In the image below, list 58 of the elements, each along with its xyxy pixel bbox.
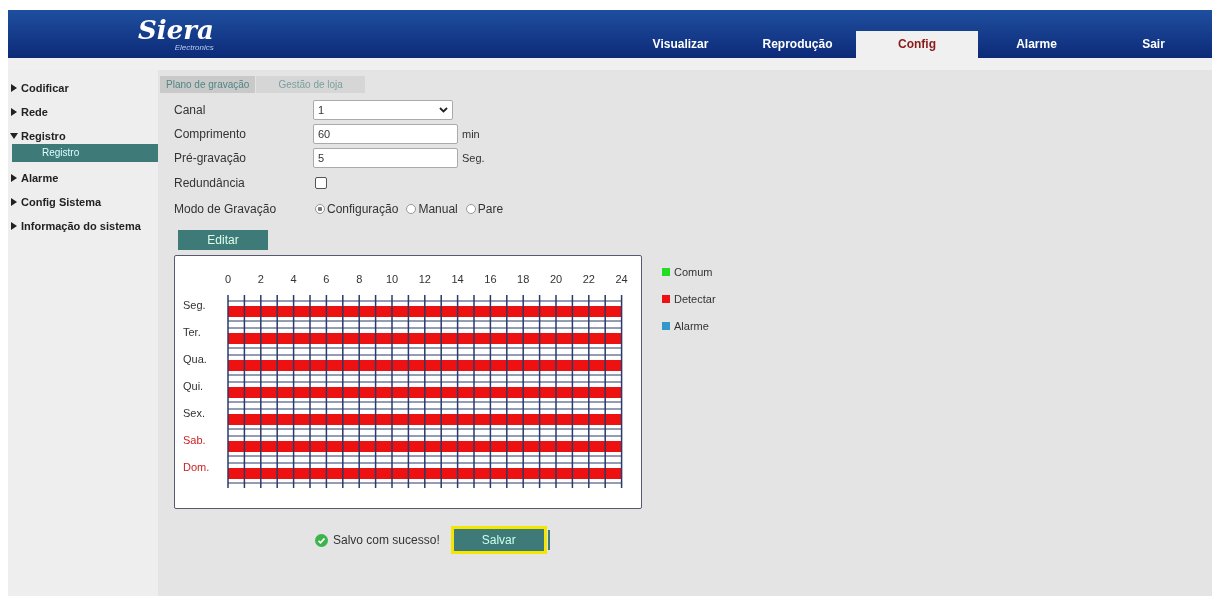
- radio-label: Pare: [477, 202, 504, 216]
- field-label: Pré-gravação: [174, 151, 248, 165]
- unit-label: min: [462, 128, 480, 140]
- input-field[interactable]: 60: [313, 124, 458, 144]
- field-label: Comprimento: [174, 127, 248, 141]
- legend-label: Alarme: [674, 319, 709, 332]
- day-label: Qui.: [183, 380, 204, 392]
- sidebar-item[interactable]: Config Sistema: [8, 190, 158, 214]
- day-label: Seg.: [183, 299, 206, 311]
- sidebar-item[interactable]: Codificar: [8, 76, 158, 100]
- caret-icon: [439, 107, 448, 113]
- nav-tab[interactable]: Visualizar: [622, 31, 739, 58]
- hour-label: 0: [224, 273, 232, 285]
- nav-tab[interactable]: Alarme: [978, 31, 1095, 58]
- day-label: Dom.: [183, 461, 210, 473]
- day-label: Sex.: [183, 407, 205, 419]
- hour-label: 6: [323, 273, 330, 285]
- status-message: Salvo com sucesso!: [333, 533, 440, 547]
- hour-label: 14: [451, 273, 464, 285]
- sidebar-item[interactable]: Informação do sistema: [8, 214, 158, 238]
- day-label: Sab.: [183, 434, 206, 446]
- hour-label: 24: [615, 273, 628, 285]
- radio-label: Configuração: [327, 202, 399, 216]
- legend-label: Comum: [674, 265, 713, 278]
- day-label: Qua.: [183, 353, 207, 365]
- hour-label: 16: [484, 273, 497, 285]
- hour-label: 10: [385, 273, 399, 285]
- sidebar-item[interactable]: Rede: [8, 100, 158, 124]
- input-field[interactable]: 5: [313, 148, 458, 168]
- edit-button[interactable]: Editar: [178, 230, 268, 250]
- hour-label: 18: [517, 273, 530, 285]
- legend-label: Detectar: [674, 292, 716, 305]
- sidebar-subitem[interactable]: Registro: [12, 144, 158, 162]
- hour-label: 8: [356, 273, 363, 285]
- radio-label: Manual: [418, 202, 458, 216]
- day-label: Ter.: [183, 326, 201, 338]
- unit-label: Seg.: [462, 152, 485, 164]
- nav-tab[interactable]: Config: [856, 31, 978, 58]
- nav-tab[interactable]: Sair: [1095, 31, 1212, 58]
- radio-button[interactable]: [406, 204, 417, 214]
- logo: Siera: [138, 16, 214, 43]
- hour-label: 20: [549, 273, 563, 285]
- radio-button[interactable]: [315, 204, 325, 214]
- hour-label: 4: [290, 273, 297, 285]
- hour-label: 22: [582, 273, 595, 285]
- field-label: Canal: [174, 103, 207, 117]
- sidebar-item[interactable]: Alarme: [8, 166, 158, 190]
- hour-label: 12: [418, 273, 431, 285]
- checkbox[interactable]: [315, 177, 327, 189]
- field-label: Redundância: [174, 176, 246, 190]
- radio-button[interactable]: [465, 204, 476, 214]
- save-button[interactable]: Salvar: [453, 529, 544, 551]
- logo-subtitle: Electronics: [174, 42, 214, 52]
- schedule-grid-drawing[interactable]: [227, 294, 623, 489]
- nav-tab[interactable]: Reprodução: [739, 31, 856, 58]
- hour-label: 2: [257, 273, 264, 285]
- field-label: Modo de Gravação: [174, 202, 278, 216]
- channel-dropdown[interactable]: 1: [313, 100, 453, 120]
